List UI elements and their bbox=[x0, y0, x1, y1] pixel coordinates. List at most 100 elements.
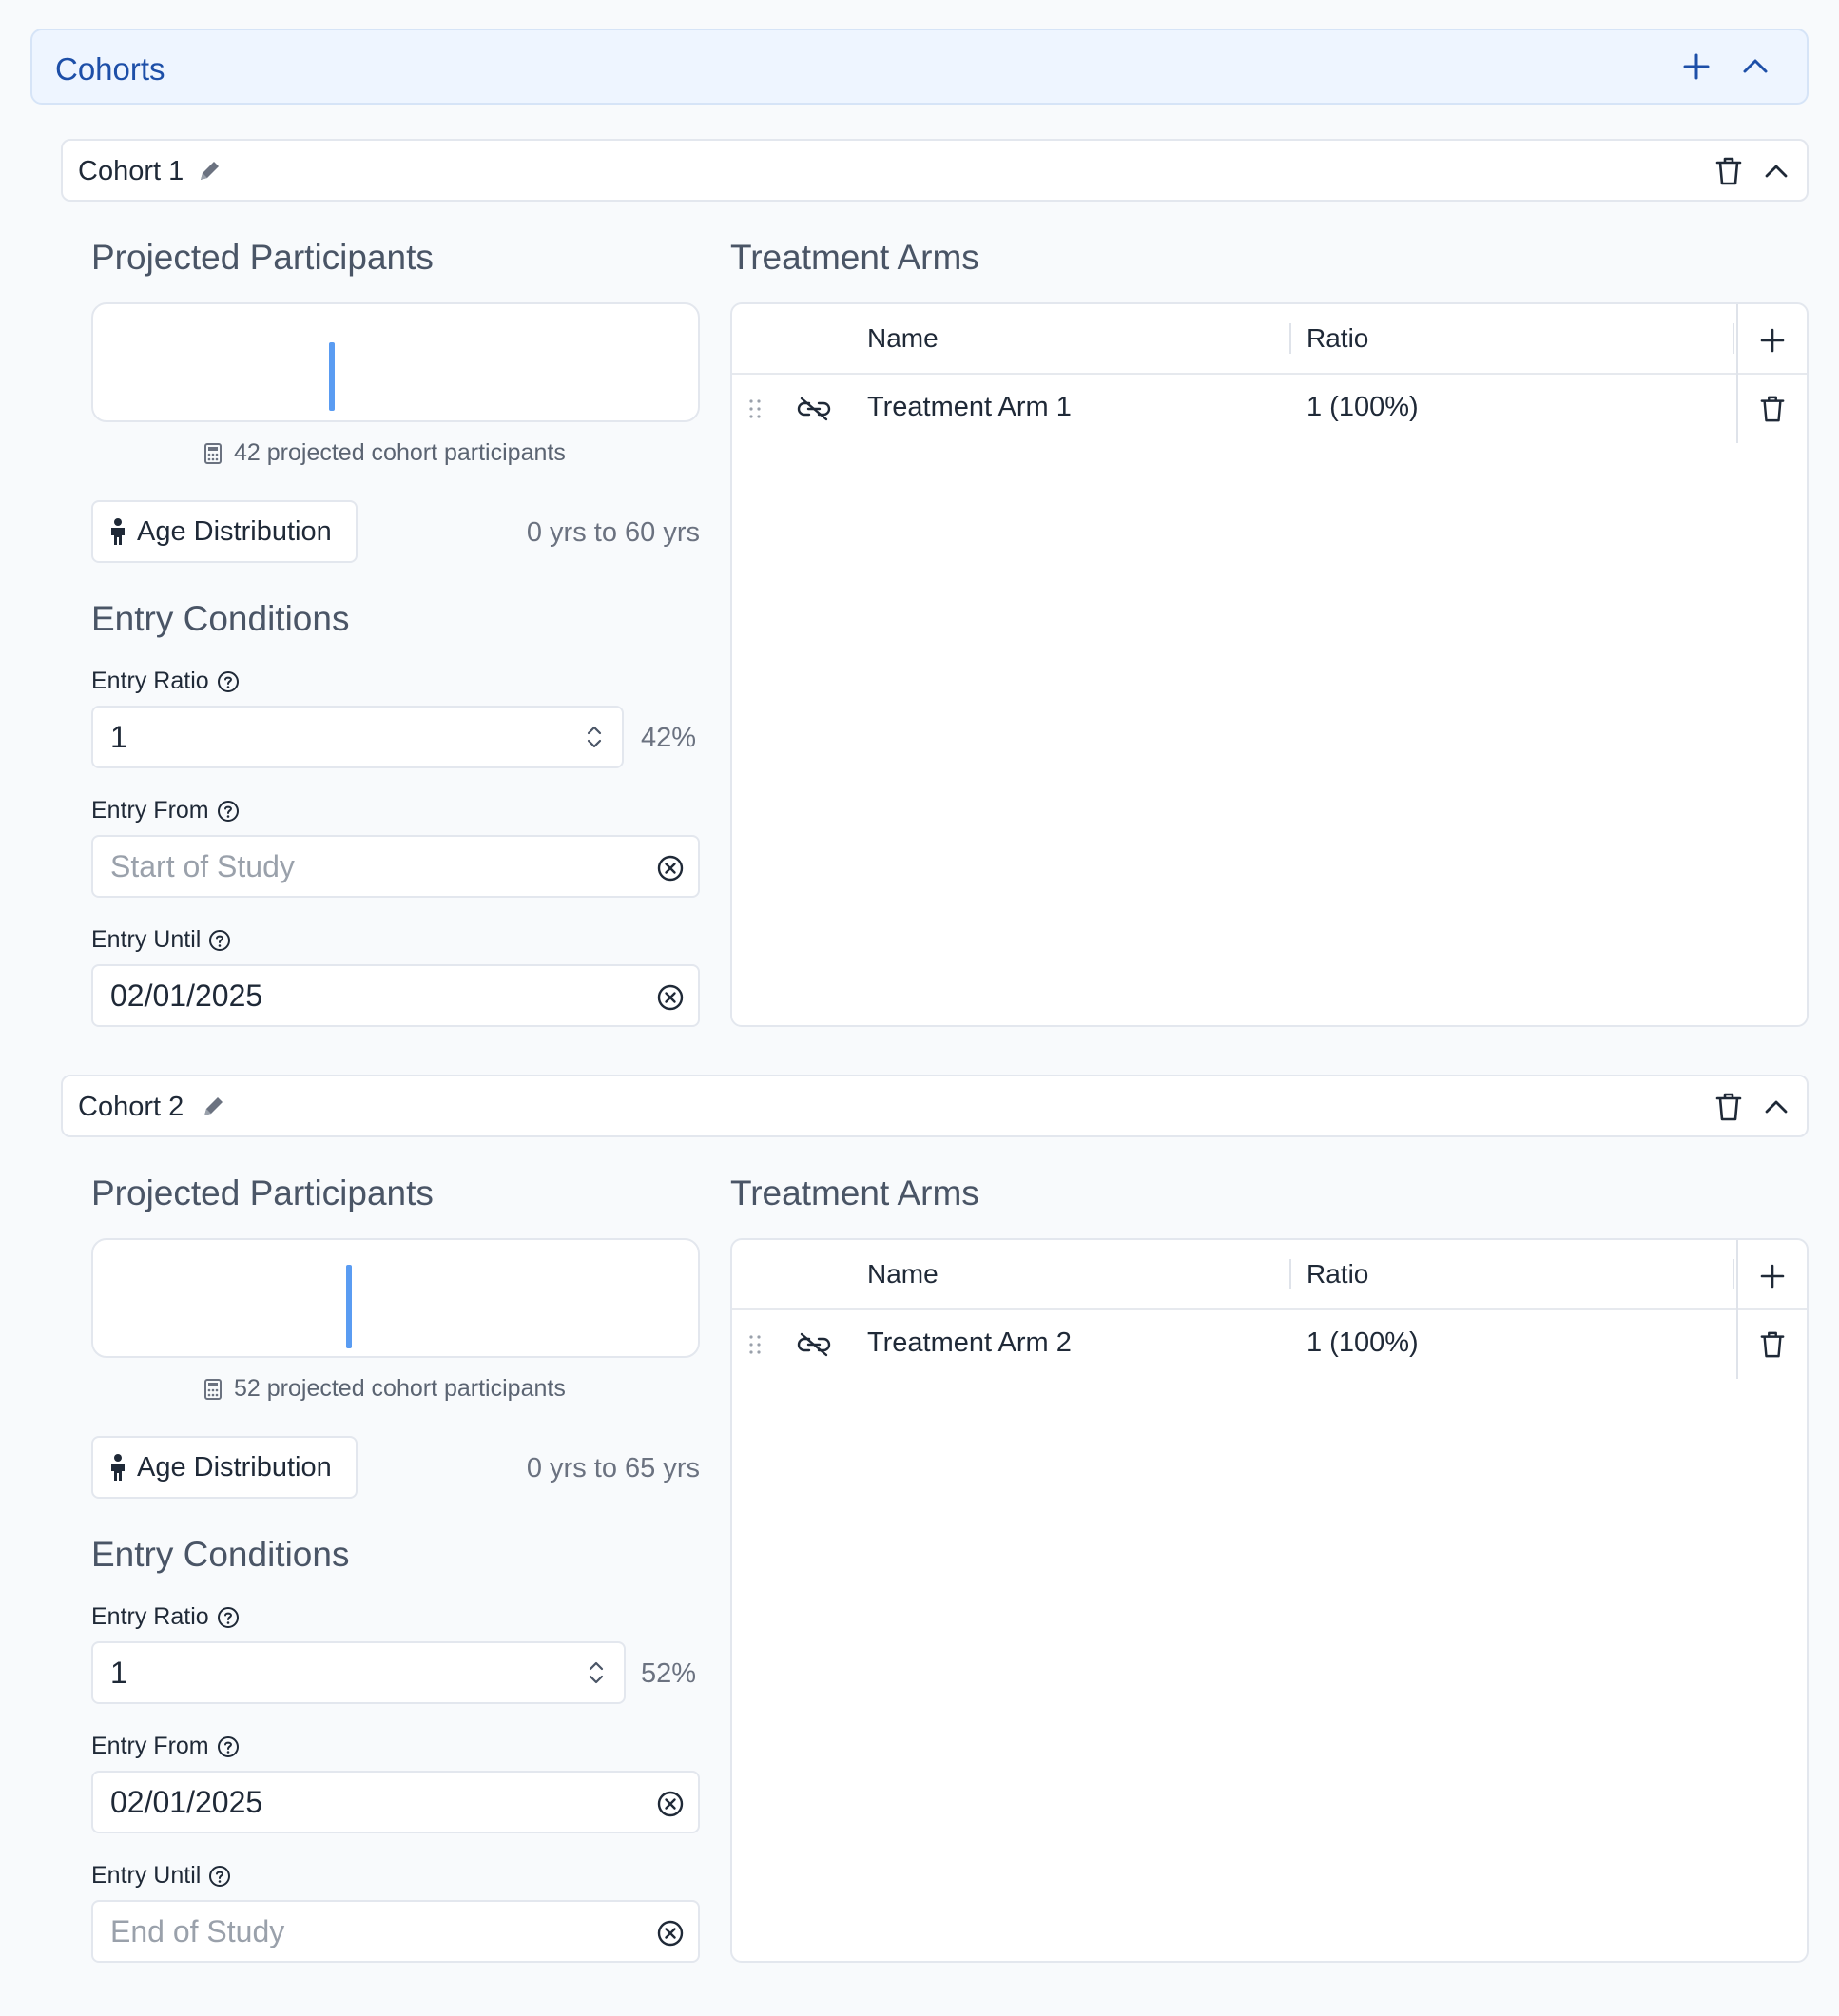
entry-until-input[interactable]: End of Study bbox=[91, 1900, 700, 1963]
delete-cohort-button[interactable] bbox=[1712, 154, 1746, 188]
actions-divider bbox=[1736, 375, 1738, 443]
entry-from-label: Entry From bbox=[91, 1733, 240, 1760]
drag-handle-icon bbox=[749, 399, 761, 418]
entry-from-label-text: Entry From bbox=[91, 1733, 209, 1759]
arm-ratio[interactable]: 1 (100%) bbox=[1307, 1328, 1419, 1359]
table-row: Treatment Arm 2 1 (100%) bbox=[732, 1310, 1807, 1379]
column-divider[interactable] bbox=[1289, 323, 1291, 354]
arm-name[interactable]: Treatment Arm 1 bbox=[867, 392, 1072, 423]
person-icon bbox=[111, 1454, 125, 1481]
edit-cohort-name-button[interactable] bbox=[200, 1094, 226, 1120]
collapse-panel-button[interactable] bbox=[1736, 48, 1774, 86]
column-divider[interactable] bbox=[1289, 1259, 1291, 1289]
column-divider[interactable] bbox=[1733, 1259, 1734, 1289]
age-distribution-button[interactable]: Age Distribution bbox=[91, 500, 358, 563]
projected-participants-title: Projected Participants bbox=[91, 238, 434, 277]
help-icon[interactable] bbox=[217, 670, 240, 693]
projected-participants-title: Projected Participants bbox=[91, 1173, 434, 1212]
participants-bar bbox=[346, 1265, 352, 1348]
entry-ratio-label: Entry Ratio bbox=[91, 1603, 240, 1631]
help-icon[interactable] bbox=[208, 929, 231, 952]
plus-icon bbox=[1760, 328, 1785, 353]
age-distribution-button[interactable]: Age Distribution bbox=[91, 1436, 358, 1499]
participants-text: 52 projected cohort participants bbox=[234, 1375, 566, 1402]
collapse-cohort-button[interactable] bbox=[1759, 1090, 1793, 1124]
actions-divider bbox=[1736, 1310, 1738, 1379]
participants-summary: 42 projected cohort participants bbox=[203, 439, 566, 467]
participants-bar bbox=[329, 342, 335, 411]
entry-ratio-value: 1 bbox=[110, 1655, 127, 1690]
help-icon[interactable] bbox=[217, 1735, 240, 1758]
entry-ratio-percent: 52% bbox=[641, 1658, 697, 1689]
clear-icon[interactable] bbox=[656, 983, 685, 1012]
drag-handle[interactable] bbox=[745, 1331, 765, 1358]
link-arm-button[interactable] bbox=[795, 1329, 833, 1360]
edit-cohort-name-button[interactable] bbox=[196, 158, 223, 184]
chevron-up-icon bbox=[1765, 1100, 1788, 1114]
clear-icon[interactable] bbox=[656, 854, 685, 882]
trash-icon bbox=[1715, 157, 1742, 185]
delete-arm-button[interactable] bbox=[1753, 1328, 1791, 1362]
add-treatment-arm-button[interactable] bbox=[1753, 1257, 1791, 1295]
entry-conditions-title: Entry Conditions bbox=[91, 599, 350, 638]
age-distribution-label: Age Distribution bbox=[137, 1451, 332, 1483]
entry-ratio-percent: 42% bbox=[641, 723, 697, 753]
collapse-cohort-button[interactable] bbox=[1759, 154, 1793, 188]
entry-ratio-value: 1 bbox=[110, 719, 127, 754]
plus-icon bbox=[1760, 1264, 1785, 1289]
entry-from-label-text: Entry From bbox=[91, 797, 209, 824]
help-icon[interactable] bbox=[217, 1606, 240, 1629]
arm-ratio[interactable]: 1 (100%) bbox=[1307, 392, 1419, 423]
treatment-arms-table: Name Ratio Treatment Arm 2 1 (100%) bbox=[730, 1238, 1809, 1963]
person-icon bbox=[111, 518, 125, 545]
trash-icon bbox=[1760, 396, 1785, 422]
spinner-icon[interactable] bbox=[584, 721, 605, 753]
participants-chart bbox=[91, 1238, 700, 1358]
drag-handle[interactable] bbox=[745, 396, 765, 422]
delete-arm-button[interactable] bbox=[1753, 392, 1791, 426]
arm-name[interactable]: Treatment Arm 2 bbox=[867, 1328, 1072, 1359]
table-row: Treatment Arm 1 1 (100%) bbox=[732, 375, 1807, 443]
participants-text: 42 projected cohort participants bbox=[234, 439, 566, 466]
entry-ratio-label-text: Entry Ratio bbox=[91, 1603, 209, 1630]
entry-until-value: 02/01/2025 bbox=[110, 978, 263, 1013]
entry-conditions-title: Entry Conditions bbox=[91, 1535, 350, 1574]
delete-cohort-button[interactable] bbox=[1712, 1090, 1746, 1124]
entry-until-label-text: Entry Until bbox=[91, 1862, 202, 1889]
plus-icon bbox=[1683, 53, 1710, 80]
pencil-icon bbox=[204, 1097, 223, 1115]
pencil-icon bbox=[201, 162, 219, 180]
cohort-name: Cohort 2 bbox=[78, 1092, 184, 1122]
spinner-icon[interactable] bbox=[586, 1657, 607, 1689]
clear-icon[interactable] bbox=[656, 1919, 685, 1948]
help-icon[interactable] bbox=[208, 1865, 231, 1888]
age-range: 0 yrs to 60 yrs bbox=[526, 517, 700, 548]
actions-divider bbox=[1736, 1240, 1738, 1310]
table-header: Name Ratio bbox=[732, 1240, 1807, 1310]
entry-from-input[interactable]: Start of Study bbox=[91, 835, 700, 898]
treatment-arms-title: Treatment Arms bbox=[730, 1173, 979, 1212]
trash-icon bbox=[1760, 1331, 1785, 1358]
add-cohort-button[interactable] bbox=[1677, 48, 1715, 86]
entry-until-input[interactable]: 02/01/2025 bbox=[91, 964, 700, 1027]
age-distribution-label: Age Distribution bbox=[137, 515, 332, 547]
add-treatment-arm-button[interactable] bbox=[1753, 321, 1791, 359]
entry-until-label: Entry Until bbox=[91, 926, 231, 954]
chevron-up-icon bbox=[1743, 59, 1768, 73]
link-off-icon bbox=[797, 397, 831, 421]
chevron-up-icon bbox=[1765, 165, 1788, 178]
entry-ratio-input[interactable]: 1 bbox=[91, 706, 624, 768]
cohorts-panel: Cohorts Cohort 1 Projected Participants … bbox=[0, 0, 1839, 2016]
age-range: 0 yrs to 65 yrs bbox=[526, 1453, 700, 1483]
cohort-name: Cohort 1 bbox=[78, 156, 184, 186]
column-divider[interactable] bbox=[1733, 323, 1734, 354]
entry-until-value: End of Study bbox=[110, 1913, 285, 1948]
link-arm-button[interactable] bbox=[795, 394, 833, 424]
column-ratio: Ratio bbox=[1307, 323, 1369, 353]
link-off-icon bbox=[797, 1332, 831, 1357]
entry-from-input[interactable]: 02/01/2025 bbox=[91, 1771, 700, 1833]
help-icon[interactable] bbox=[217, 800, 240, 823]
entry-ratio-input[interactable]: 1 bbox=[91, 1641, 626, 1704]
clear-icon[interactable] bbox=[656, 1790, 685, 1818]
trash-icon bbox=[1715, 1093, 1742, 1121]
